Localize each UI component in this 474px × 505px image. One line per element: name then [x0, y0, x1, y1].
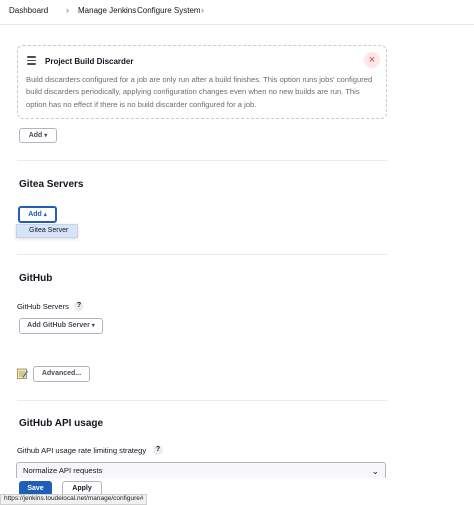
- chevron-right-icon: ›: [125, 5, 128, 15]
- add-github-server-label: Add GitHub Server: [27, 322, 90, 329]
- section-divider: [17, 254, 387, 255]
- chevron-down-icon: ⌄: [371, 466, 379, 476]
- rate-limit-strategy-label: Github API usage rate limiting strategy: [17, 446, 147, 455]
- add-label: Add: [28, 132, 43, 139]
- help-icon[interactable]: ?: [153, 445, 163, 455]
- caret-up-icon: ▴: [43, 212, 47, 218]
- chevron-right-icon: ›: [201, 5, 204, 15]
- breadcrumb: Dashboard › Manage Jenkins › Configure S…: [0, 0, 474, 25]
- add-gitea-server-button[interactable]: Add ▴: [18, 206, 57, 223]
- close-icon[interactable]: ×: [364, 52, 380, 68]
- drag-handle-icon[interactable]: [27, 56, 36, 67]
- chevron-right-icon: ›: [66, 5, 69, 15]
- add-label: Add: [28, 211, 42, 218]
- section-heading-github-api: GitHub API usage: [19, 418, 104, 429]
- card-title: Project Build Discarder: [45, 57, 134, 66]
- github-servers-label: GitHub Servers: [17, 302, 69, 311]
- section-heading-github: GitHub: [19, 273, 53, 284]
- status-bar-url: https://jenkins.toudelocal.net/manage/co…: [0, 494, 148, 505]
- notepad-icon: [17, 368, 28, 379]
- section-divider: [17, 400, 387, 401]
- card-description: Build discarders configured for a job ar…: [26, 75, 373, 109]
- dropdown-item-gitea-server[interactable]: Gitea Server: [16, 224, 78, 238]
- caret-down-icon: ▾: [91, 323, 95, 329]
- section-divider: [17, 160, 387, 161]
- section-heading-gitea: Gitea Servers: [19, 179, 84, 190]
- breadcrumb-configure-system[interactable]: Configure System: [137, 6, 201, 15]
- add-github-server-button[interactable]: Add GitHub Server ▾: [19, 318, 103, 334]
- add-build-discarder-button[interactable]: Add ▾: [19, 128, 57, 143]
- breadcrumb-dashboard[interactable]: Dashboard: [9, 6, 48, 15]
- caret-down-icon: ▾: [44, 133, 48, 139]
- help-icon[interactable]: ?: [74, 301, 84, 311]
- advanced-button[interactable]: Advanced...: [33, 366, 90, 382]
- select-value: Normalize API requests: [23, 466, 103, 475]
